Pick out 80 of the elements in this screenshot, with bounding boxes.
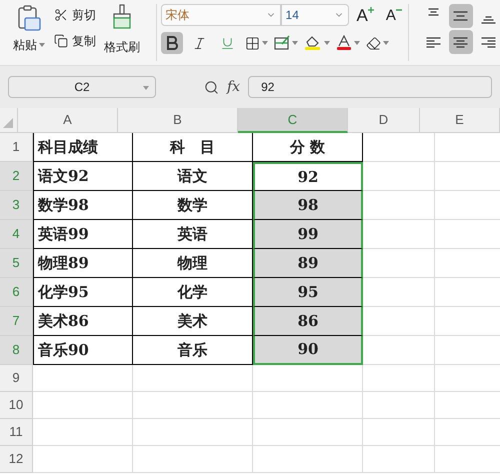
grow-font-button[interactable]: A bbox=[356, 6, 374, 24]
table-cell: 86 bbox=[253, 307, 363, 336]
table-cell: 92 bbox=[253, 162, 363, 191]
caret-icon bbox=[292, 41, 298, 45]
function-label[interactable]: fx bbox=[227, 76, 240, 98]
copy-button[interactable]: 复制 bbox=[54, 32, 96, 50]
table-cell: 英语 bbox=[133, 220, 253, 249]
table-cell: 98 bbox=[253, 191, 363, 220]
caret-icon bbox=[324, 41, 330, 45]
font-color-icon bbox=[336, 35, 352, 51]
font-name-field[interactable]: 宋体 bbox=[160, 4, 281, 26]
empty-cell bbox=[363, 446, 435, 473]
empty-cell bbox=[363, 392, 435, 419]
paste-button[interactable]: 粘贴 bbox=[12, 4, 46, 54]
table-cell: 物理 bbox=[133, 249, 253, 278]
font-size-field[interactable]: 14 bbox=[280, 4, 349, 26]
table-pen-icon bbox=[274, 35, 290, 51]
table-cell: 89 bbox=[253, 249, 363, 278]
fill-color-button[interactable] bbox=[304, 35, 330, 51]
column-header[interactable]: E bbox=[420, 108, 500, 133]
table-cell: 语文 bbox=[133, 162, 253, 191]
cut-button[interactable]: 剪切 bbox=[54, 6, 96, 24]
clipboard-icon bbox=[16, 4, 42, 32]
cell-style-button[interactable] bbox=[274, 35, 298, 51]
table-cell: 数学 bbox=[133, 191, 253, 220]
minus-icon bbox=[396, 8, 402, 12]
row-header[interactable]: 9 bbox=[0, 365, 33, 392]
caret-icon bbox=[143, 86, 149, 90]
bold-icon bbox=[166, 36, 178, 50]
scissors-icon bbox=[54, 8, 68, 22]
empty-cell bbox=[363, 365, 435, 392]
table-cell: 音乐90 bbox=[33, 336, 133, 365]
align-right-icon bbox=[480, 36, 496, 48]
table-cell: 数学98 bbox=[33, 191, 133, 220]
align-left-icon bbox=[426, 36, 441, 48]
bold-button[interactable] bbox=[160, 32, 183, 54]
align-top-icon bbox=[426, 8, 441, 16]
copy-icon bbox=[54, 34, 68, 48]
table-cell: 英语99 bbox=[33, 220, 133, 249]
table-cell: 音乐 bbox=[133, 336, 253, 365]
empty-cell bbox=[363, 419, 435, 446]
name-box[interactable]: C2 bbox=[8, 76, 156, 98]
search-icon[interactable] bbox=[204, 80, 219, 94]
borders-button[interactable] bbox=[244, 36, 268, 50]
table-cell: 科目成绩 bbox=[33, 133, 133, 162]
align-button[interactable] bbox=[448, 4, 473, 28]
row-header[interactable]: 10 bbox=[0, 392, 33, 419]
shrink-font-button[interactable]: A bbox=[386, 8, 402, 22]
align-button[interactable] bbox=[448, 30, 473, 54]
table-cell: 语文92 bbox=[33, 162, 133, 191]
align-bottom-icon bbox=[480, 16, 496, 24]
table-cell: 物理89 bbox=[33, 249, 133, 278]
table-cell: 美术86 bbox=[33, 307, 133, 336]
caret-icon bbox=[382, 41, 389, 45]
caret-icon bbox=[354, 41, 360, 45]
clear-button[interactable] bbox=[366, 36, 389, 50]
table-cell: 90 bbox=[253, 336, 363, 365]
formula-field[interactable]: 92 bbox=[248, 76, 492, 98]
table-cell: 美术 bbox=[133, 307, 253, 336]
triangle-icon bbox=[3, 118, 13, 128]
align-center-icon bbox=[453, 36, 468, 48]
caret-icon bbox=[39, 43, 45, 47]
format-painter-button[interactable]: 格式刷 bbox=[104, 4, 140, 56]
table-cell: 95 bbox=[253, 278, 363, 307]
row-header[interactable]: 11 bbox=[0, 419, 33, 446]
paint-bucket-icon bbox=[304, 35, 322, 51]
table-cell: 化学 bbox=[133, 278, 253, 307]
row-header[interactable]: 1 bbox=[0, 133, 33, 162]
row-header[interactable]: 12 bbox=[0, 446, 33, 473]
underline-icon bbox=[220, 36, 236, 50]
plus-icon bbox=[368, 6, 374, 12]
align-middle-icon bbox=[453, 11, 468, 21]
table-cell: 科 目 bbox=[133, 133, 253, 162]
eraser-icon bbox=[366, 36, 381, 50]
caret-icon bbox=[262, 41, 268, 45]
grid-icon bbox=[244, 36, 260, 50]
font-color-button[interactable] bbox=[336, 35, 360, 51]
table-cell: 分 数 bbox=[253, 133, 363, 162]
table-cell: 99 bbox=[253, 220, 363, 249]
table-cell: 化学95 bbox=[33, 278, 133, 307]
